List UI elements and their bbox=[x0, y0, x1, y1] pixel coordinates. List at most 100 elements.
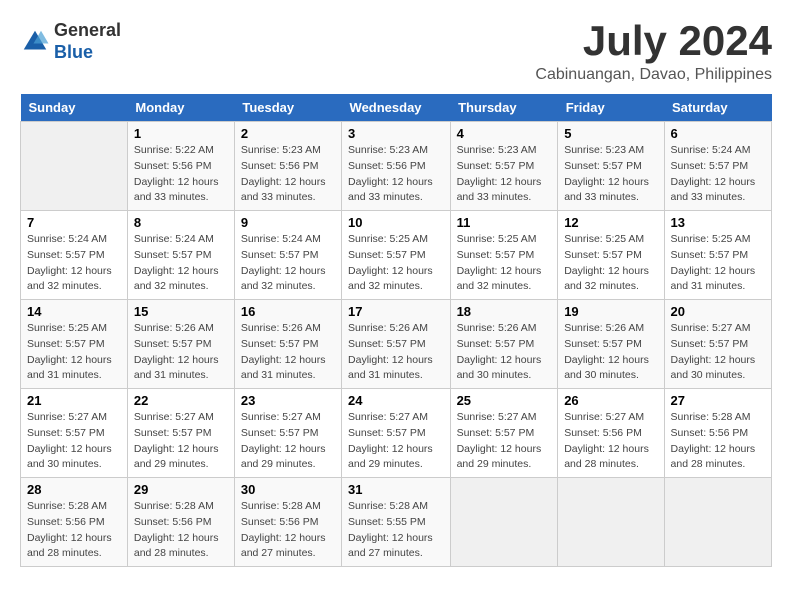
day-number: 6 bbox=[671, 126, 765, 141]
day-number: 27 bbox=[671, 393, 765, 408]
day-info: Sunrise: 5:26 AMSunset: 5:57 PMDaylight:… bbox=[457, 321, 552, 384]
day-info: Sunrise: 5:27 AMSunset: 5:57 PMDaylight:… bbox=[348, 410, 444, 473]
day-info: Sunrise: 5:24 AMSunset: 5:57 PMDaylight:… bbox=[241, 232, 335, 295]
calendar-cell: 21Sunrise: 5:27 AMSunset: 5:57 PMDayligh… bbox=[21, 389, 128, 478]
calendar-cell: 18Sunrise: 5:26 AMSunset: 5:57 PMDayligh… bbox=[450, 300, 558, 389]
calendar-table: SundayMondayTuesdayWednesdayThursdayFrid… bbox=[20, 94, 772, 567]
calendar-cell: 7 Sunrise: 5:24 AMSunset: 5:57 PMDaylight… bbox=[21, 211, 128, 300]
calendar-cell bbox=[558, 478, 664, 567]
day-number: 24 bbox=[348, 393, 444, 408]
calendar-cell: 17Sunrise: 5:26 AMSunset: 5:57 PMDayligh… bbox=[342, 300, 451, 389]
day-info: Sunrise: 5:26 AMSunset: 5:57 PMDaylight:… bbox=[241, 321, 335, 384]
day-info: Sunrise: 5:23 AMSunset: 5:57 PMDaylight:… bbox=[564, 143, 657, 206]
calendar-weekday-header: Thursday bbox=[450, 94, 558, 122]
calendar-cell: 15Sunrise: 5:26 AMSunset: 5:57 PMDayligh… bbox=[127, 300, 234, 389]
calendar-cell: 20 Sunrise: 5:27 AMSunset: 5:57 PMDayligh… bbox=[664, 300, 771, 389]
day-number: 12 bbox=[564, 215, 657, 230]
calendar-weekday-header: Monday bbox=[127, 94, 234, 122]
day-number: 20 bbox=[671, 304, 765, 319]
day-number: 13 bbox=[671, 215, 765, 230]
day-number: 22 bbox=[134, 393, 228, 408]
day-info: Sunrise: 5:27 AMSunset: 5:57 PMDaylight:… bbox=[671, 321, 765, 384]
logo-icon bbox=[20, 27, 50, 57]
day-info: Sunrise: 5:25 AMSunset: 5:57 PMDaylight:… bbox=[27, 321, 121, 384]
day-info: Sunrise: 5:25 AMSunset: 5:57 PMDaylight:… bbox=[564, 232, 657, 295]
day-info: Sunrise: 5:23 AMSunset: 5:56 PMDaylight:… bbox=[241, 143, 335, 206]
calendar-cell: 12 Sunrise: 5:25 AMSunset: 5:57 PMDayligh… bbox=[558, 211, 664, 300]
day-number: 28 bbox=[27, 482, 121, 497]
day-number: 10 bbox=[348, 215, 444, 230]
day-number: 11 bbox=[457, 215, 552, 230]
calendar-header-row: SundayMondayTuesdayWednesdayThursdayFrid… bbox=[21, 94, 772, 122]
calendar-cell: 2 Sunrise: 5:23 AMSunset: 5:56 PMDaylight… bbox=[234, 122, 341, 211]
month-year-title: July 2024 bbox=[535, 20, 772, 62]
calendar-weekday-header: Wednesday bbox=[342, 94, 451, 122]
calendar-cell: 30Sunrise: 5:28 AMSunset: 5:56 PMDayligh… bbox=[234, 478, 341, 567]
calendar-cell bbox=[664, 478, 771, 567]
title-block: July 2024 Cabinuangan, Davao, Philippine… bbox=[535, 20, 772, 84]
day-number: 9 bbox=[241, 215, 335, 230]
calendar-cell: 19 Sunrise: 5:26 AMSunset: 5:57 PMDayligh… bbox=[558, 300, 664, 389]
day-info: Sunrise: 5:28 AMSunset: 5:56 PMDaylight:… bbox=[27, 499, 121, 562]
calendar-cell: 6 Sunrise: 5:24 AMSunset: 5:57 PMDaylight… bbox=[664, 122, 771, 211]
day-info: Sunrise: 5:24 AMSunset: 5:57 PMDaylight:… bbox=[27, 232, 121, 295]
day-number: 7 bbox=[27, 215, 121, 230]
day-number: 17 bbox=[348, 304, 444, 319]
calendar-week-row: 7 Sunrise: 5:24 AMSunset: 5:57 PMDaylight… bbox=[21, 211, 772, 300]
day-number: 14 bbox=[27, 304, 121, 319]
calendar-cell: 11Sunrise: 5:25 AMSunset: 5:57 PMDayligh… bbox=[450, 211, 558, 300]
calendar-cell: 10 Sunrise: 5:25 AMSunset: 5:57 PMDayligh… bbox=[342, 211, 451, 300]
day-info: Sunrise: 5:27 AMSunset: 5:57 PMDaylight:… bbox=[241, 410, 335, 473]
calendar-cell: 27 Sunrise: 5:28 AMSunset: 5:56 PMDayligh… bbox=[664, 389, 771, 478]
location-subtitle: Cabinuangan, Davao, Philippines bbox=[535, 66, 772, 84]
day-number: 19 bbox=[564, 304, 657, 319]
day-info: Sunrise: 5:24 AMSunset: 5:57 PMDaylight:… bbox=[671, 143, 765, 206]
day-info: Sunrise: 5:24 AMSunset: 5:57 PMDaylight:… bbox=[134, 232, 228, 295]
day-info: Sunrise: 5:27 AMSunset: 5:57 PMDaylight:… bbox=[134, 410, 228, 473]
day-number: 31 bbox=[348, 482, 444, 497]
calendar-cell: 1 Sunrise: 5:22 AMSunset: 5:56 PMDaylight… bbox=[127, 122, 234, 211]
logo-general-text: General bbox=[54, 20, 121, 42]
calendar-cell: 4 Sunrise: 5:23 AMSunset: 5:57 PMDaylight… bbox=[450, 122, 558, 211]
calendar-weekday-header: Friday bbox=[558, 94, 664, 122]
calendar-cell bbox=[450, 478, 558, 567]
day-number: 8 bbox=[134, 215, 228, 230]
day-number: 15 bbox=[134, 304, 228, 319]
logo: General Blue bbox=[20, 20, 121, 63]
calendar-cell: 5 Sunrise: 5:23 AMSunset: 5:57 PMDaylight… bbox=[558, 122, 664, 211]
calendar-week-row: 14 Sunrise: 5:25 AMSunset: 5:57 PMDayligh… bbox=[21, 300, 772, 389]
day-number: 1 bbox=[134, 126, 228, 141]
day-info: Sunrise: 5:28 AMSunset: 5:56 PMDaylight:… bbox=[134, 499, 228, 562]
day-info: Sunrise: 5:26 AMSunset: 5:57 PMDaylight:… bbox=[564, 321, 657, 384]
calendar-week-row: 21Sunrise: 5:27 AMSunset: 5:57 PMDayligh… bbox=[21, 389, 772, 478]
day-info: Sunrise: 5:27 AMSunset: 5:56 PMDaylight:… bbox=[564, 410, 657, 473]
day-number: 4 bbox=[457, 126, 552, 141]
day-info: Sunrise: 5:22 AMSunset: 5:56 PMDaylight:… bbox=[134, 143, 228, 206]
calendar-cell: 8 Sunrise: 5:24 AMSunset: 5:57 PMDaylight… bbox=[127, 211, 234, 300]
day-number: 30 bbox=[241, 482, 335, 497]
day-number: 2 bbox=[241, 126, 335, 141]
logo-blue-text: Blue bbox=[54, 42, 121, 64]
day-info: Sunrise: 5:23 AMSunset: 5:56 PMDaylight:… bbox=[348, 143, 444, 206]
day-info: Sunrise: 5:27 AMSunset: 5:57 PMDaylight:… bbox=[27, 410, 121, 473]
day-info: Sunrise: 5:28 AMSunset: 5:56 PMDaylight:… bbox=[671, 410, 765, 473]
calendar-week-row: 28 Sunrise: 5:28 AMSunset: 5:56 PMDayligh… bbox=[21, 478, 772, 567]
day-info: Sunrise: 5:28 AMSunset: 5:55 PMDaylight:… bbox=[348, 499, 444, 562]
calendar-cell: 22 Sunrise: 5:27 AMSunset: 5:57 PMDayligh… bbox=[127, 389, 234, 478]
calendar-cell: 14 Sunrise: 5:25 AMSunset: 5:57 PMDayligh… bbox=[21, 300, 128, 389]
day-number: 26 bbox=[564, 393, 657, 408]
calendar-cell: 13 Sunrise: 5:25 AMSunset: 5:57 PMDayligh… bbox=[664, 211, 771, 300]
day-info: Sunrise: 5:25 AMSunset: 5:57 PMDaylight:… bbox=[671, 232, 765, 295]
day-info: Sunrise: 5:23 AMSunset: 5:57 PMDaylight:… bbox=[457, 143, 552, 206]
calendar-cell: 9 Sunrise: 5:24 AMSunset: 5:57 PMDaylight… bbox=[234, 211, 341, 300]
calendar-week-row: 1 Sunrise: 5:22 AMSunset: 5:56 PMDaylight… bbox=[21, 122, 772, 211]
calendar-cell: 25Sunrise: 5:27 AMSunset: 5:57 PMDayligh… bbox=[450, 389, 558, 478]
day-info: Sunrise: 5:27 AMSunset: 5:57 PMDaylight:… bbox=[457, 410, 552, 473]
calendar-cell: 3Sunrise: 5:23 AMSunset: 5:56 PMDaylight… bbox=[342, 122, 451, 211]
calendar-cell: 26 Sunrise: 5:27 AMSunset: 5:56 PMDayligh… bbox=[558, 389, 664, 478]
day-number: 5 bbox=[564, 126, 657, 141]
calendar-cell: 31 Sunrise: 5:28 AMSunset: 5:55 PMDayligh… bbox=[342, 478, 451, 567]
calendar-weekday-header: Tuesday bbox=[234, 94, 341, 122]
calendar-cell: 28 Sunrise: 5:28 AMSunset: 5:56 PMDayligh… bbox=[21, 478, 128, 567]
day-info: Sunrise: 5:25 AMSunset: 5:57 PMDaylight:… bbox=[348, 232, 444, 295]
